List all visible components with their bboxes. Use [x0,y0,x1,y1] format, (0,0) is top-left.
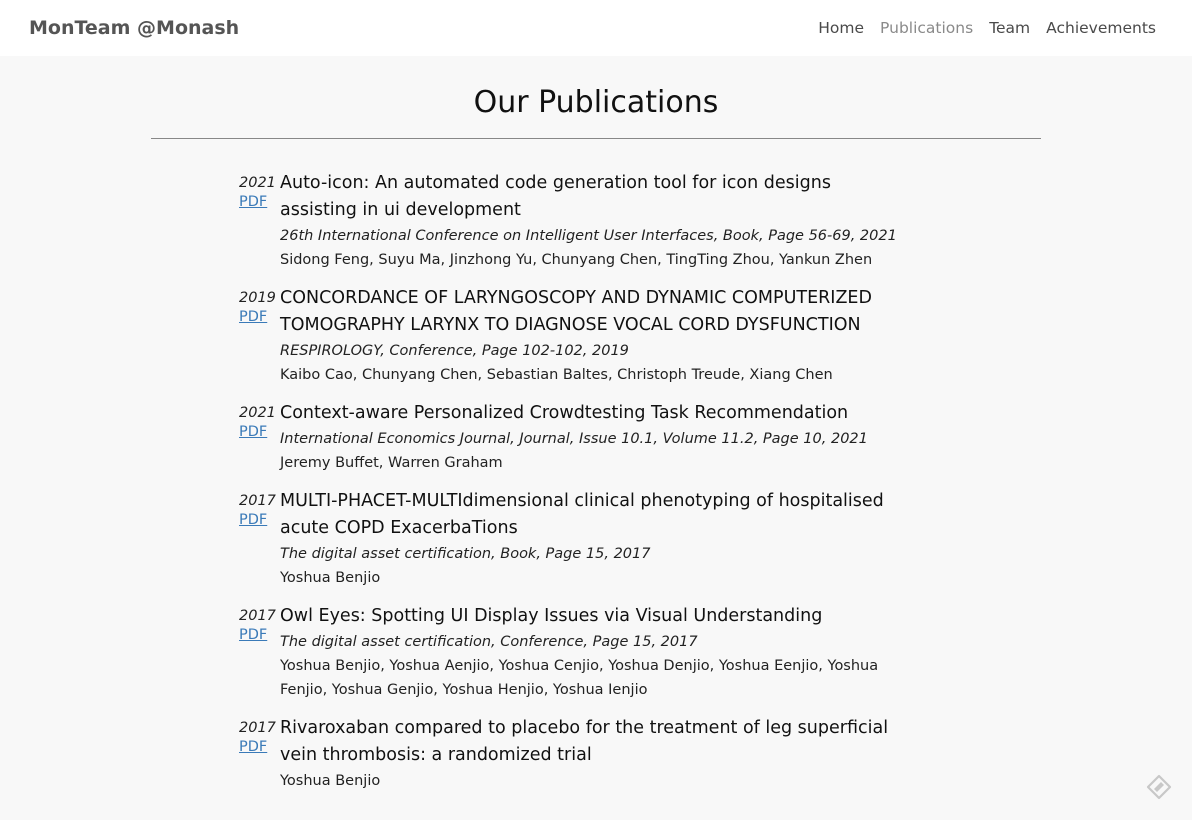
publication-item: 2017 PDF Owl Eyes: Spotting UI Display I… [239,603,939,702]
publication-authors: Kaibo Cao, Chunyang Chen, Sebastian Balt… [280,367,833,383]
nav-team-link[interactable]: Team [989,19,1030,37]
publication-authors: Yoshua Benjio [280,773,381,789]
publication-authors: Jeremy Buffet, Warren Graham [280,455,503,471]
publication-year: 2017 [239,608,276,624]
publication-title: CONCORDANCE OF LARYNGOSCOPY AND DYNAMIC … [280,288,872,335]
nav-home-link[interactable]: Home [818,19,864,37]
publication-venue: The digital asset certification, Book, P… [280,546,651,562]
title-divider [151,138,1041,139]
publication-authors: Yoshua Benjio, Yoshua Aenjio, Yoshua Cen… [280,658,879,698]
publication-authors: Yoshua Benjio [280,570,381,586]
publication-venue: RESPIROLOGY, Conference, Page 102-102, 2… [280,343,629,359]
publication-item: 2019 PDF CONCORDANCE OF LARYNGOSCOPY AND… [239,285,939,387]
publication-year: 2017 [239,493,276,509]
publication-item: 2021 PDF Auto-icon: An automated code ge… [239,170,939,272]
publication-title: Owl Eyes: Spotting UI Display Issues via… [280,606,823,626]
pdf-link[interactable]: PDF [239,513,280,528]
top-navbar: MonTeam @Monash Home Publications Team A… [0,0,1192,56]
publication-venue: 26th International Conference on Intelli… [280,228,897,244]
nav-achievements-link[interactable]: Achievements [1046,19,1156,37]
publication-venue: International Economics Journal, Journal… [280,431,868,447]
publication-authors: Sidong Feng, Suyu Ma, Jinzhong Yu, Chuny… [280,252,873,268]
main-content: Our Publications 2021 PDF Auto-icon: An … [0,82,1192,793]
pdf-link[interactable]: PDF [239,425,280,440]
pdf-link[interactable]: PDF [239,310,280,325]
pdf-link[interactable]: PDF [239,740,280,755]
publication-item: 2021 PDF Context-aware Personalized Crow… [239,400,939,475]
publication-list: 2021 PDF Auto-icon: An automated code ge… [239,170,939,793]
publication-year: 2017 [239,720,276,736]
publication-item: 2017 PDF Rivaroxaban compared to placebo… [239,715,939,793]
publication-year: 2019 [239,290,276,306]
publication-year: 2021 [239,405,276,421]
publication-year: 2021 [239,175,276,191]
pdf-link[interactable]: PDF [239,195,280,210]
publication-title: Context-aware Personalized Crowdtesting … [280,403,849,423]
nav-links: Home Publications Team Achievements [818,19,1156,37]
publication-venue: The digital asset certification, Confere… [280,634,698,650]
edit-pencil-icon-svg [1146,774,1172,800]
brand-logo-text[interactable]: MonTeam @Monash [29,17,239,39]
pdf-link[interactable]: PDF [239,628,280,643]
publication-title: MULTI-PHACET-MULTIdimensional clinical p… [280,491,884,538]
publication-title: Auto-icon: An automated code generation … [280,173,831,220]
page-title: Our Publications [473,85,719,120]
publication-title: Rivaroxaban compared to placebo for the … [280,718,889,765]
publication-item: 2017 PDF MULTI-PHACET-MULTIdimensional c… [239,488,939,590]
edit-pencil-icon[interactable] [1146,774,1172,800]
nav-publications-link[interactable]: Publications [880,19,973,37]
